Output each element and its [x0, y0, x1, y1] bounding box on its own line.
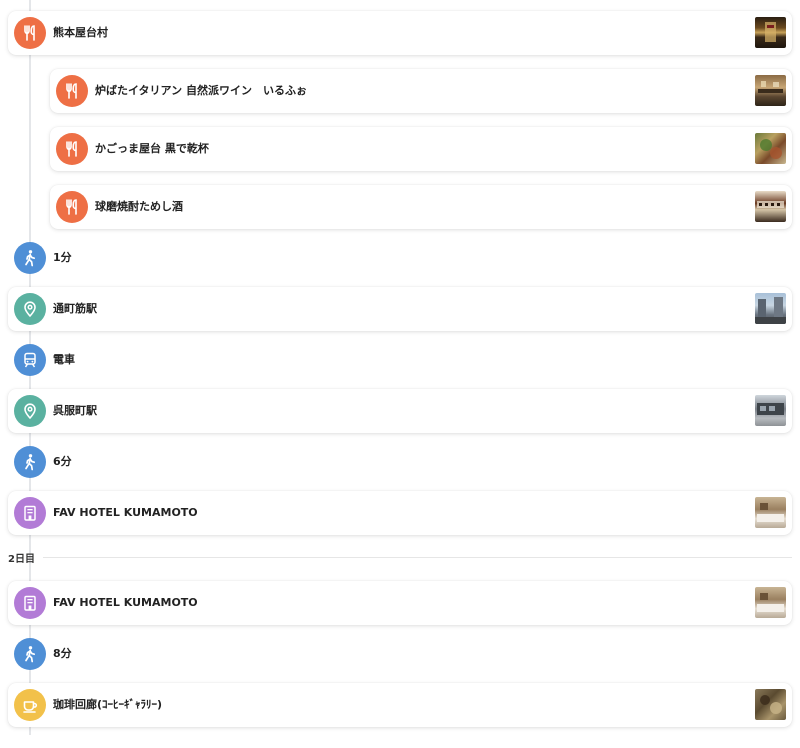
move-step-walk: 1分 — [0, 242, 800, 274]
spot-name: FAV HOTEL KUMAMOTO — [53, 596, 198, 609]
spot-photo — [755, 293, 786, 324]
spot-card-irufo[interactable]: 炉ばたイタリアン 自然派ワイン いるふぉ — [50, 69, 792, 113]
train-icon — [14, 344, 46, 376]
spot-photo — [755, 689, 786, 720]
move-step-walk: 8分 — [0, 638, 800, 670]
spot-card-fav-hotel[interactable]: FAV HOTEL KUMAMOTO — [8, 491, 792, 535]
spot-card-fav-hotel-day2[interactable]: FAV HOTEL KUMAMOTO — [8, 581, 792, 625]
hotel-icon — [14, 587, 46, 619]
spot-name: 通町筋駅 — [53, 302, 97, 315]
location-pin-icon — [14, 395, 46, 427]
spot-photo — [755, 395, 786, 426]
spot-name: 珈琲回廊(ｺｰﾋｰｷﾞｬﾗﾘｰ) — [53, 698, 163, 711]
spot-photo — [755, 133, 786, 164]
spot-name: かごっま屋台 黒で乾杯 — [95, 142, 209, 155]
cafe-icon — [14, 689, 46, 721]
walk-icon — [14, 242, 46, 274]
spot-card-yataimura[interactable]: 熊本屋台村 — [8, 11, 792, 55]
spot-photo — [755, 191, 786, 222]
restaurant-icon — [56, 133, 88, 165]
spot-card-torichosuji-station[interactable]: 通町筋駅 — [8, 287, 792, 331]
spot-photo — [755, 75, 786, 106]
location-pin-icon — [14, 293, 46, 325]
restaurant-icon — [56, 75, 88, 107]
spot-name: 炉ばたイタリアン 自然派ワイン いるふぉ — [95, 84, 307, 97]
day-divider — [42, 556, 792, 558]
restaurant-icon — [56, 191, 88, 223]
restaurant-icon — [14, 17, 46, 49]
day-label: 2日目 — [8, 553, 35, 565]
spot-name: 呉服町駅 — [53, 404, 97, 417]
move-step-walk: 6分 — [0, 446, 800, 478]
walk-icon — [14, 446, 46, 478]
walk-icon — [14, 638, 46, 670]
spot-name: 球磨焼酎ためし酒 — [95, 200, 183, 213]
move-mode: 電車 — [53, 353, 75, 366]
spot-name: 熊本屋台村 — [53, 26, 108, 39]
day-header: 2日目 — [8, 548, 792, 566]
spot-card-gofukumachi-station[interactable]: 呉服町駅 — [8, 389, 792, 433]
spot-photo — [755, 587, 786, 618]
spot-card-kagomma[interactable]: かごっま屋台 黒で乾杯 — [50, 127, 792, 171]
hotel-icon — [14, 497, 46, 529]
move-duration: 1分 — [53, 251, 72, 264]
spot-photo — [755, 17, 786, 48]
spot-photo — [755, 497, 786, 528]
spot-card-kuma-shochu[interactable]: 球磨焼酎ためし酒 — [50, 185, 792, 229]
move-step-train: 電車 — [0, 344, 800, 376]
spot-name: FAV HOTEL KUMAMOTO — [53, 506, 198, 519]
spot-card-coffee-kairo[interactable]: 珈琲回廊(ｺｰﾋｰｷﾞｬﾗﾘｰ) — [8, 683, 792, 727]
move-duration: 6分 — [53, 455, 72, 468]
move-duration: 8分 — [53, 647, 72, 660]
